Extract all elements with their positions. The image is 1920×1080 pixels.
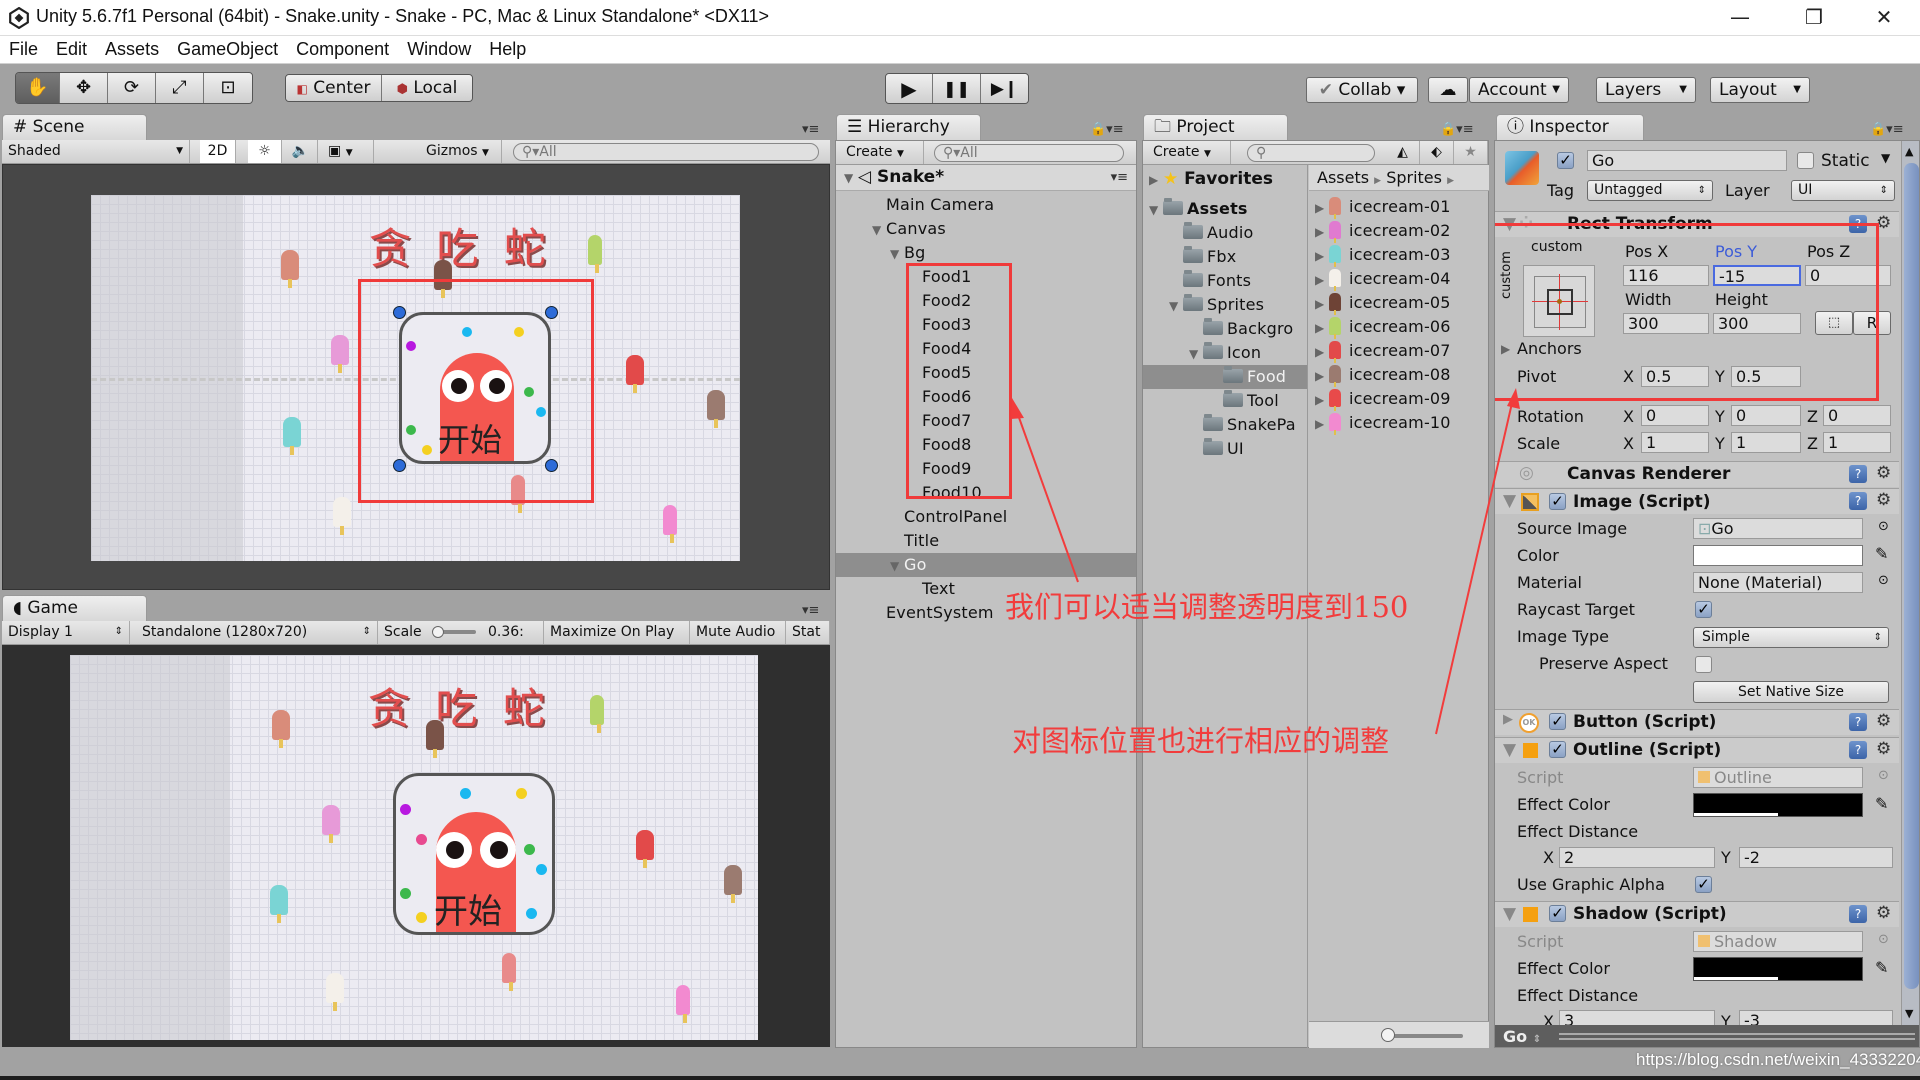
annotation-arrows xyxy=(1011,388,1520,735)
status-bar xyxy=(0,1048,1920,1076)
arrow-head xyxy=(1011,398,1024,419)
annotation-position-note: 对图标位置也进行相应的调整 xyxy=(1012,724,1390,758)
arrow-line xyxy=(1016,411,1079,583)
watermark: https://blog.csdn.net/weixin_43332204 xyxy=(1636,1050,1920,1069)
annotation-transparency-note: 我们可以适当调整透明度到150 xyxy=(1005,590,1409,624)
bottom-border xyxy=(0,1076,1920,1080)
arrow-line xyxy=(1435,402,1513,735)
arrow-head xyxy=(1507,388,1520,409)
